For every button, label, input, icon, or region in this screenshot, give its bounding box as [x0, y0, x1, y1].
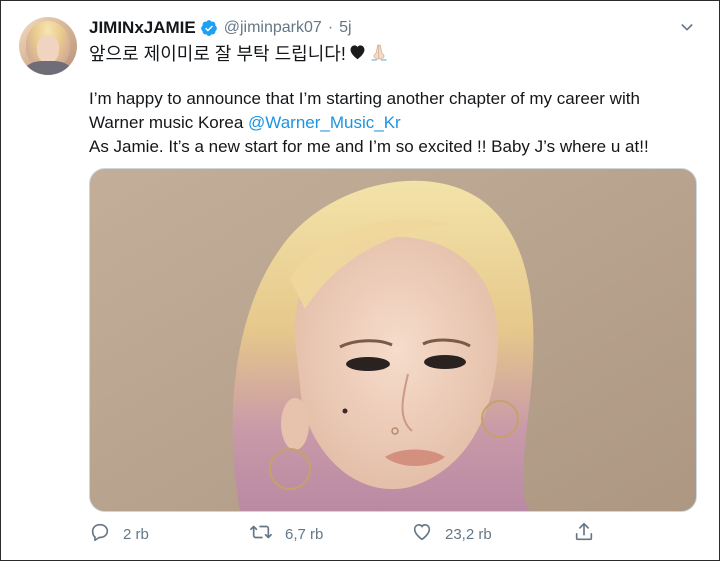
- tweet-header: JIMINxJAMIE @jiminpark07 · 5j: [89, 17, 352, 39]
- mention-link[interactable]: @Warner_Music_Kr: [248, 113, 401, 132]
- retweet-button[interactable]: 6,7 rb: [249, 520, 323, 548]
- avatar-face: [37, 35, 59, 63]
- reply-count: 2 rb: [123, 525, 149, 543]
- verified-badge-icon: [200, 19, 218, 37]
- reply-button[interactable]: 2 rb: [89, 520, 149, 548]
- black-heart-icon: [348, 43, 367, 63]
- folded-hands-icon: [369, 42, 389, 65]
- share-button[interactable]: [573, 520, 595, 548]
- timestamp[interactable]: 5j: [339, 19, 351, 37]
- share-icon: [573, 521, 595, 548]
- korean-text: 앞으로 제이미로 잘 부탁 드립니다!: [89, 44, 346, 64]
- tweet-actions: 2 rb 6,7 rb 23,2 rb: [89, 520, 699, 548]
- portrait-image: [90, 169, 696, 511]
- avatar-body: [25, 61, 71, 75]
- reply-icon: [89, 521, 111, 548]
- tweet-text-line-1: I’m happy to announce that I’m starting …: [89, 89, 640, 108]
- tweet-photo[interactable]: [89, 168, 697, 512]
- tweet-text-line-2-prefix: Warner music Korea: [89, 113, 249, 132]
- like-icon: [411, 521, 433, 548]
- like-button[interactable]: 23,2 rb: [411, 520, 492, 548]
- retweet-icon: [249, 521, 273, 548]
- handle[interactable]: @jiminpark07: [224, 19, 322, 37]
- separator-dot: ·: [327, 19, 334, 36]
- tweet-text-line-2: Warner music Korea @Warner_Music_Kr: [89, 113, 401, 133]
- like-count: 23,2 rb: [445, 525, 492, 543]
- avatar[interactable]: [19, 17, 77, 75]
- display-name[interactable]: JIMINxJAMIE: [89, 18, 196, 38]
- retweet-count: 6,7 rb: [285, 525, 324, 543]
- tweet-text-korean: 앞으로 제이미로 잘 부탁 드립니다!: [89, 40, 389, 66]
- tweet-text-line-3: As Jamie. It’s a new start for me and I’…: [89, 137, 649, 156]
- chevron-down-icon[interactable]: [676, 16, 698, 38]
